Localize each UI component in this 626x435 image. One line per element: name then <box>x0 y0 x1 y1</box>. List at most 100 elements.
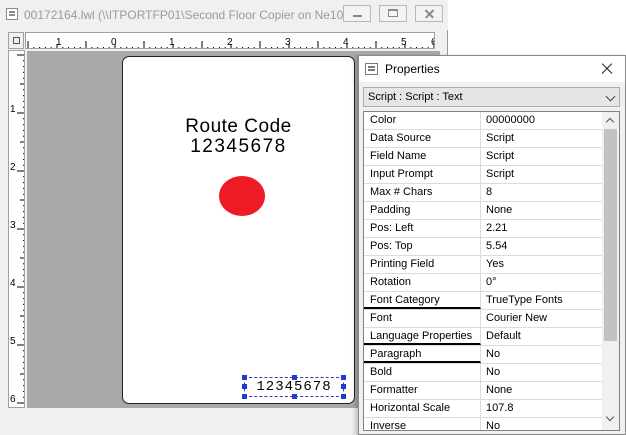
hruler-label: 1 <box>169 37 175 48</box>
property-row[interactable]: Color 00000000 <box>364 112 602 130</box>
vertical-ruler-ticks: 1 2 3 4 5 6 <box>10 54 24 405</box>
property-row[interactable]: Pos: Left 2.21 <box>364 220 602 238</box>
property-value[interactable]: 8 <box>486 184 600 201</box>
vruler-label: 3 <box>10 220 16 231</box>
hruler-label: 6 <box>431 37 435 48</box>
property-value[interactable]: Default <box>486 328 600 345</box>
property-name: Formatter <box>364 382 481 399</box>
property-name: Data Source <box>364 130 481 147</box>
property-value[interactable]: Script <box>486 130 600 147</box>
property-row[interactable]: Pos: Top 5.54 <box>364 238 602 256</box>
property-row[interactable]: Data Source Script <box>364 130 602 148</box>
title-bar[interactable]: 00172164.lwl (\\ITPORTFP01\Second Floor … <box>0 0 448 30</box>
property-row[interactable]: Formatter None <box>364 382 602 400</box>
hruler-label: 4 <box>343 37 349 48</box>
property-row[interactable]: Rotation 0° <box>364 274 602 292</box>
property-row[interactable]: Paragraph No <box>364 346 602 364</box>
property-row[interactable]: Input Prompt Script <box>364 166 602 184</box>
property-name: Bold <box>364 364 481 381</box>
maximize-button[interactable] <box>379 5 407 22</box>
object-selector-dropdown[interactable]: Script : Script : Text <box>363 87 620 107</box>
label-stock[interactable]: Route Code 12345678 12345678 <box>122 56 355 404</box>
property-row[interactable]: Inverse No <box>364 418 602 430</box>
property-name: Printing Field <box>364 256 481 273</box>
hruler-label: 1 <box>56 37 62 48</box>
vruler-label: 1 <box>10 104 16 115</box>
property-value[interactable]: 00000000 <box>486 112 600 129</box>
property-row[interactable]: Bold No <box>364 364 602 382</box>
properties-icon <box>365 63 378 75</box>
property-row[interactable]: Horizontal Scale 107.8 <box>364 400 602 418</box>
property-row[interactable]: Field Name Script <box>364 148 602 166</box>
property-value[interactable]: No <box>486 418 600 430</box>
property-row[interactable]: Max # Chars 8 <box>364 184 602 202</box>
hruler-label: 3 <box>285 37 291 48</box>
property-name: Input Prompt <box>364 166 481 183</box>
resize-handle[interactable] <box>242 375 247 380</box>
resize-handle[interactable] <box>242 384 247 389</box>
property-value[interactable]: 107.8 <box>486 400 600 417</box>
object-selector-value: Script : Script : Text <box>368 91 463 103</box>
property-name: Padding <box>364 202 481 219</box>
scroll-thumb[interactable] <box>604 129 617 341</box>
property-value[interactable]: None <box>486 202 600 219</box>
resize-handle[interactable] <box>341 375 346 380</box>
property-value[interactable]: Yes <box>486 256 600 273</box>
property-grid: Inverse No Horizontal Scale 107.8 Formatter N… <box>363 111 620 431</box>
red-dot-shape[interactable] <box>219 176 265 216</box>
resize-handle[interactable] <box>292 375 297 380</box>
document-icon <box>6 8 18 20</box>
property-value[interactable]: Script <box>486 166 600 183</box>
hruler-label: 0 <box>111 37 117 48</box>
property-name: Pos: Top <box>364 238 481 255</box>
property-value[interactable]: TrueType Fonts <box>486 292 600 309</box>
properties-title: Properties <box>385 62 440 76</box>
resize-handle[interactable] <box>341 394 346 399</box>
route-code-title[interactable]: Route Code <box>123 117 354 136</box>
property-name: Max # Chars <box>364 184 481 201</box>
resize-handle[interactable] <box>341 384 346 389</box>
property-name: Pos: Left <box>364 220 481 237</box>
resize-handle[interactable] <box>242 394 247 399</box>
route-code-value[interactable]: 12345678 <box>123 137 354 156</box>
horizontal-ruler-ticks: 1 0 1 2 3 4 5 6 <box>27 37 435 48</box>
property-value[interactable]: 2.21 <box>486 220 600 237</box>
minimize-button[interactable] <box>343 5 371 22</box>
property-value[interactable]: None <box>486 382 600 399</box>
resize-handle[interactable] <box>292 394 297 399</box>
property-value[interactable]: 5.54 <box>486 238 600 255</box>
properties-title-bar[interactable]: Properties <box>359 56 625 82</box>
property-row[interactable]: Language Properties Default <box>364 328 602 346</box>
vruler-label: 6 <box>10 394 16 405</box>
property-row[interactable]: Font Category TrueType Fonts <box>364 292 602 310</box>
property-name: Font Category <box>364 292 481 309</box>
close-button[interactable] <box>415 5 443 22</box>
ruler-origin-button[interactable] <box>8 32 24 49</box>
vruler-label: 5 <box>10 336 16 347</box>
property-value[interactable]: Script <box>486 148 600 165</box>
properties-close-button[interactable] <box>595 59 619 79</box>
property-name: Language Properties <box>364 328 481 345</box>
property-value[interactable]: 0° <box>486 274 600 291</box>
property-name: Field Name <box>364 148 481 165</box>
property-name: Paragraph <box>364 346 481 363</box>
property-value[interactable]: No <box>486 364 600 381</box>
vruler-label: 2 <box>10 162 16 173</box>
property-value[interactable]: No <box>486 346 600 363</box>
horizontal-ruler: 1 0 1 2 3 4 5 6 <box>25 32 435 49</box>
property-name: Font <box>364 310 481 327</box>
property-name: Inverse <box>364 418 481 430</box>
window-title: 00172164.lwl (\\ITPORTFP01\Second Floor … <box>24 8 351 22</box>
property-name: Rotation <box>364 274 481 291</box>
scroll-up-icon[interactable] <box>605 117 615 127</box>
property-row[interactable]: Printing Field Yes <box>364 256 602 274</box>
property-name: Color <box>364 112 481 129</box>
property-value[interactable]: Courier New <box>486 310 600 327</box>
property-row[interactable]: Font Courier New <box>364 310 602 328</box>
property-name: Horizontal Scale <box>364 400 481 417</box>
hruler-label: 5 <box>401 37 407 48</box>
property-row[interactable]: Padding None <box>364 202 602 220</box>
vertical-ruler: 1 2 3 4 5 6 <box>8 50 25 408</box>
property-grid-scrollbar[interactable] <box>602 112 619 430</box>
scroll-down-icon[interactable] <box>605 412 615 422</box>
